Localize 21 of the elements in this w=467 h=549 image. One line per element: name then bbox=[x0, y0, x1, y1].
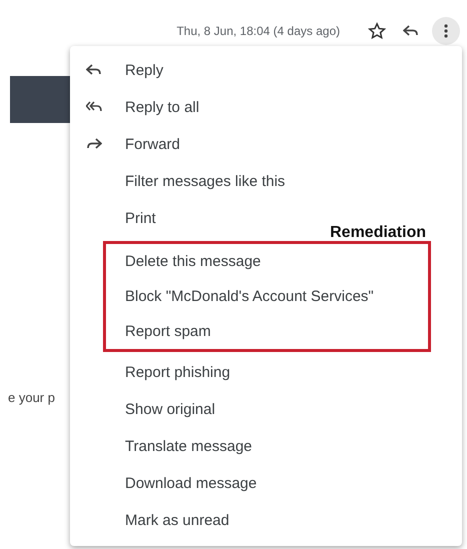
message-text: e your p bbox=[8, 390, 56, 405]
menu-item[interactable]: Report phishing bbox=[70, 354, 240, 391]
reply-icon bbox=[86, 64, 102, 76]
forward-icon bbox=[86, 138, 102, 150]
reply-all-icon bbox=[86, 101, 102, 113]
message-date: Thu, 8 Jun, 18:04 (4 days ago) bbox=[176, 24, 340, 38]
menu-item[interactable]: Print bbox=[70, 200, 166, 237]
more-options-icon[interactable] bbox=[432, 17, 460, 45]
menu-item[interactable]: Reply bbox=[70, 52, 174, 89]
dark-banner bbox=[10, 76, 70, 123]
menu-item[interactable]: Filter messages like this bbox=[70, 163, 296, 200]
menu-item[interactable]: Translate message bbox=[70, 428, 262, 465]
menu-item[interactable]: Reply to all bbox=[70, 89, 210, 126]
menu-item[interactable]: Forward bbox=[70, 126, 190, 163]
menu-item[interactable]: Block "McDonald's Account Services" bbox=[106, 279, 384, 314]
menu-item[interactable]: Show original bbox=[70, 391, 226, 428]
menu-item[interactable]: Report spam bbox=[106, 314, 221, 349]
menu-item[interactable]: Delete this message bbox=[106, 244, 271, 279]
menu-item[interactable]: Mark as unread bbox=[70, 502, 240, 539]
menu-item[interactable]: Download message bbox=[70, 465, 267, 502]
annotation-label: Remediation bbox=[330, 224, 426, 242]
